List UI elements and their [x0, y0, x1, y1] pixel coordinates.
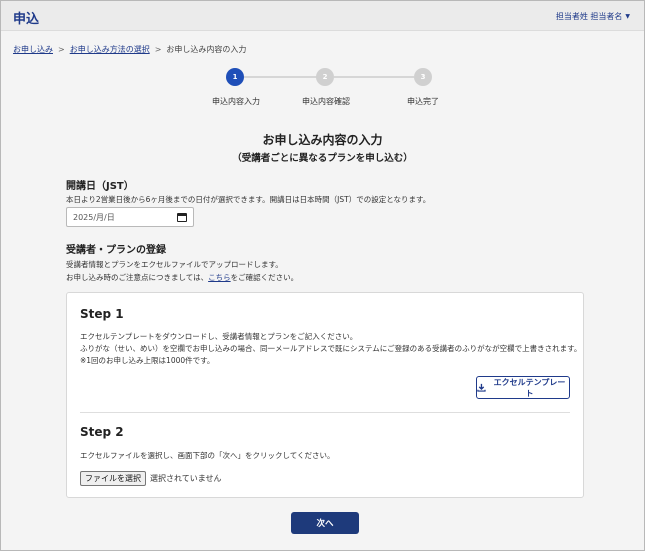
step-circle-1: 1: [226, 68, 244, 86]
step-circle-2: 2: [316, 68, 334, 86]
user-menu[interactable]: 担当者姓 担当者名 ▼: [556, 11, 630, 22]
breadcrumb-separator: >: [58, 45, 65, 54]
start-date-title: 開講日（JST）: [66, 181, 134, 192]
card-divider: [80, 412, 570, 413]
upload-card: Step 1 エクセルテンプレートをダウンロードし、受講者情報とプランをご記入く…: [66, 292, 584, 498]
step1-line3: ※1回のお申し込み上限は1000件です。: [80, 356, 215, 365]
start-date-input[interactable]: 2025/月/日: [66, 207, 194, 227]
start-date-placeholder: 2025/月/日: [73, 212, 115, 222]
breadcrumb-item-method[interactable]: お申し込み方法の選択: [70, 44, 150, 55]
stepper-line: [244, 76, 317, 78]
step1-title: Step 1: [80, 307, 124, 321]
download-icon: [477, 383, 486, 392]
chevron-down-icon: ▼: [625, 13, 630, 20]
breadcrumb-separator: >: [154, 45, 162, 54]
notes-link[interactable]: こちら: [208, 273, 231, 282]
stepper-line: [334, 76, 414, 78]
next-button[interactable]: 次へ: [291, 512, 359, 534]
download-template-label: エクセルテンプレート: [493, 377, 566, 398]
breadcrumb-item-current: お申し込み内容の入力: [166, 45, 247, 54]
app-title: 申込: [13, 12, 40, 27]
choose-file-button[interactable]: ファイルを選択: [80, 471, 146, 486]
start-date-description: 本日より2営業日後から6ヶ月後までの日付が選択できます。開講日は日本時間（JST…: [66, 195, 431, 204]
breadcrumb: お申し込み > お申し込み方法の選択 > お申し込み内容の入力: [13, 44, 246, 55]
registration-description-2-before: お申し込み時のご注意点につきましては、: [66, 273, 209, 282]
page-title: お申し込み内容の入力: [262, 133, 383, 147]
file-upload-row: ファイルを選択 選択されていません: [80, 471, 222, 486]
step2-line1: エクセルファイルを選択し、画面下部の「次へ」をクリックしてください。: [80, 451, 335, 460]
step-label-3: 申込完了: [407, 97, 439, 106]
registration-title: 受講者・プランの登録: [66, 245, 166, 256]
progress-stepper: 1 2 3 申込内容入力 申込内容確認 申込完了: [0, 66, 645, 110]
step2-title: Step 2: [80, 425, 124, 439]
registration-description-2: お申し込み時のご注意点につきましては、こちらをご確認ください。: [66, 272, 298, 283]
registration-description-2-after: をご確認ください。: [230, 273, 299, 282]
step-label-1: 申込内容入力: [212, 97, 260, 106]
page-subtitle: （受講者ごとに異なるプランを申し込む）: [232, 153, 413, 164]
step-circle-3: 3: [414, 68, 432, 86]
step1-line2: ふりがな（せい、めい）を空欄でお申し込みの場合、同一メールアドレスで既にシステム…: [80, 344, 582, 353]
user-name: 担当者姓 担当者名: [555, 12, 623, 21]
step-label-2: 申込内容確認: [302, 97, 350, 106]
file-status: 選択されていません: [150, 474, 222, 483]
download-template-button[interactable]: エクセルテンプレート: [476, 376, 570, 399]
registration-description-1: 受講者情報とプランをエクセルファイルでアップロードします。: [66, 260, 283, 269]
calendar-icon[interactable]: [177, 212, 187, 222]
top-bar: 申込 担当者姓 担当者名 ▼: [1, 1, 644, 31]
step1-line1: エクセルテンプレートをダウンロードし、受講者情報とプランをご記入ください。: [80, 332, 358, 341]
breadcrumb-item-apply[interactable]: お申し込み: [13, 44, 53, 55]
